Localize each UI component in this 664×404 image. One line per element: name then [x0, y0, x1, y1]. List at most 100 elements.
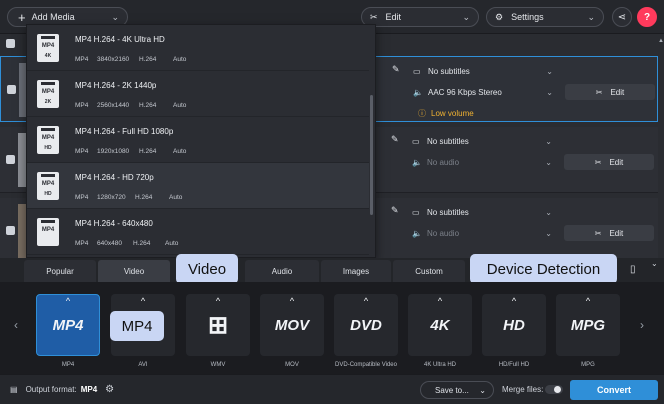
- settings-button[interactable]: ⚙ Settings ⌄: [486, 7, 604, 27]
- preset-wmv[interactable]: ⊞ ^ WMV: [186, 294, 250, 368]
- subtitles-value: No subtitles: [427, 136, 469, 146]
- share-icon: ⋖: [617, 11, 627, 23]
- pen-icon[interactable]: ✎: [391, 205, 399, 216]
- pen-icon[interactable]: ✎: [392, 64, 400, 75]
- save-to-button[interactable]: Save to... ⌄: [420, 381, 494, 399]
- app-window: + Add Media ⌄ ✂ Edit ⌄ ⚙ Settings ⌄ ⋖ ? …: [0, 0, 664, 404]
- collapse-icon[interactable]: ⌄: [651, 259, 658, 268]
- tools-icon: ✂: [595, 87, 603, 97]
- output-format-value: MP4: [80, 385, 98, 394]
- chevron-down-icon: ⌄: [111, 11, 119, 22]
- warning-icon: ⓘ: [418, 109, 426, 118]
- output-format-label: Output format:: [25, 385, 77, 394]
- preset-mp4[interactable]: MP4 ^ MP4: [36, 294, 100, 368]
- help-button[interactable]: ?: [637, 7, 657, 27]
- file-checkbox[interactable]: [6, 155, 15, 164]
- audio-value: No audio: [427, 228, 460, 238]
- share-button[interactable]: ⋖: [612, 7, 632, 27]
- subtitles-select[interactable]: ▭ No subtitles ⌄: [413, 63, 553, 79]
- list-scrollbar[interactable]: ▲ ⌄: [657, 34, 664, 266]
- caret-up-icon: ^: [437, 296, 443, 306]
- preset-dvd[interactable]: DVD ^ DVD-Compatible Video: [334, 294, 398, 368]
- gear-icon[interactable]: ⚙: [105, 384, 114, 395]
- audio-value: AAC 96 Kbps Stereo: [428, 87, 502, 97]
- audio-value: No audio: [427, 157, 460, 167]
- speaker-icon: 🔈: [412, 157, 422, 167]
- preset-hd[interactable]: HD ^ HD/Full HD: [482, 294, 546, 368]
- help-label: ?: [643, 11, 651, 23]
- tab-images[interactable]: Images: [321, 260, 391, 282]
- tools-icon: ✂: [594, 228, 602, 238]
- settings-icon: ⚙: [495, 11, 504, 22]
- caret-up-icon: ^: [215, 296, 221, 306]
- file-checkbox[interactable]: [7, 85, 16, 94]
- caret-up-icon: ^: [585, 296, 591, 306]
- file-edit-button[interactable]: ✂ Edit: [565, 84, 655, 100]
- format-option[interactable]: MP4 MP4 H.264 - 640x480 MP4 640x480 H.26…: [27, 209, 369, 255]
- scroll-up-icon[interactable]: ▲: [658, 38, 664, 44]
- audio-select[interactable]: 🔈 No audio ⌄: [412, 154, 552, 170]
- arrow-left-icon[interactable]: ‹: [14, 318, 18, 332]
- tab-custom[interactable]: Custom: [393, 260, 465, 282]
- preset-4k[interactable]: 4K ^ 4K Ultra HD: [408, 294, 472, 368]
- preset-mov[interactable]: MOV ^ MOV: [260, 294, 324, 368]
- save-to-label: Save to...: [435, 385, 469, 395]
- tab-audio[interactable]: Audio: [245, 260, 319, 282]
- arrow-right-icon[interactable]: ›: [640, 318, 644, 332]
- format-option[interactable]: MP4 HD MP4 H.264 - Full HD 1080p MP4 1920…: [27, 117, 369, 163]
- settings-label: Settings: [511, 12, 544, 22]
- edit-button[interactable]: ✂ Edit ⌄: [361, 7, 479, 27]
- video-callout: Video: [176, 254, 238, 284]
- tab-popular[interactable]: Popular: [24, 260, 96, 282]
- file-edit-label: Edit: [609, 157, 624, 167]
- chevron-down-icon: ⌄: [545, 207, 552, 217]
- format-name: MP4 H.264 - 4K Ultra HD: [75, 35, 165, 44]
- tab-video[interactable]: Video: [98, 260, 170, 282]
- file-format-icon: MP4 HD: [37, 126, 59, 154]
- audio-select[interactable]: 🔈 No audio ⌄: [412, 225, 552, 241]
- format-option[interactable]: MP4 2K MP4 H.264 - 2K 1440p MP4 2560x1440…: [27, 71, 369, 117]
- file-edit-button[interactable]: ✂ Edit: [564, 154, 654, 170]
- pen-icon[interactable]: ✎: [391, 134, 399, 145]
- preset-mpg[interactable]: MPG ^ MPG: [556, 294, 620, 368]
- subtitles-select[interactable]: ▭ No subtitles ⌄: [412, 133, 552, 149]
- file-edit-label: Edit: [609, 228, 624, 238]
- audio-select[interactable]: 🔈 AAC 96 Kbps Stereo ⌄: [413, 84, 553, 100]
- chevron-down-icon: ⌄: [545, 228, 552, 238]
- subtitles-select[interactable]: ▭ No subtitles ⌄: [412, 204, 552, 220]
- file-edit-button[interactable]: ✂ Edit: [564, 225, 654, 241]
- format-name: MP4 H.264 - HD 720p: [75, 173, 154, 182]
- caret-up-icon: ^: [511, 296, 517, 306]
- low-volume-warning: ⓘ Low volume: [418, 108, 474, 119]
- device-detection-callout: Device Detection: [470, 254, 617, 284]
- format-name: MP4 H.264 - 2K 1440p: [75, 81, 157, 90]
- caret-up-icon: ^: [65, 296, 71, 306]
- chevron-down-icon: ⌄: [546, 66, 553, 76]
- format-option[interactable]: MP4 4K MP4 H.264 - 4K Ultra HD MP4 3840x2…: [27, 25, 369, 71]
- bottom-bar: ▤ Output format: MP4 ⚙ Save to... ⌄ Merg…: [0, 374, 664, 404]
- merge-files-label: Merge files:: [502, 385, 544, 394]
- file-format-icon: MP4 4K: [37, 34, 59, 62]
- chevron-down-icon: ⌄: [462, 11, 470, 22]
- caret-up-icon: ^: [140, 296, 146, 306]
- select-all-checkbox[interactable]: [6, 39, 15, 48]
- file-checkbox[interactable]: [6, 226, 15, 235]
- tools-icon: ✂: [370, 11, 378, 22]
- output-format-icon: ▤: [10, 385, 18, 394]
- subtitles-value: No subtitles: [427, 207, 469, 217]
- dropdown-scrollbar[interactable]: [370, 95, 373, 215]
- format-option[interactable]: MP4 HD MP4 H.264 - HD 720p MP4 1280x720 H…: [27, 163, 369, 209]
- merge-files-toggle[interactable]: [545, 385, 563, 394]
- convert-button[interactable]: Convert: [570, 380, 658, 400]
- chevron-down-icon: ⌄: [546, 87, 553, 97]
- edit-label: Edit: [385, 12, 402, 22]
- device-detection-icon[interactable]: ▯: [630, 264, 636, 275]
- format-dropdown: MP4 4K MP4 H.264 - 4K Ultra HD MP4 3840x2…: [26, 24, 376, 258]
- speaker-icon: 🔈: [413, 87, 423, 97]
- chevron-down-icon: ⌄: [545, 157, 552, 167]
- chevron-down-icon: ⌄: [545, 136, 552, 146]
- plus-icon: +: [18, 9, 26, 25]
- subtitles-icon: ▭: [412, 136, 420, 146]
- preset-strip: ‹ › MP4 ^ MP4 ^ AVI MP4 ⊞ ^ WMV MOV ^ MO…: [0, 282, 664, 374]
- mp4-callout: MP4: [110, 311, 164, 341]
